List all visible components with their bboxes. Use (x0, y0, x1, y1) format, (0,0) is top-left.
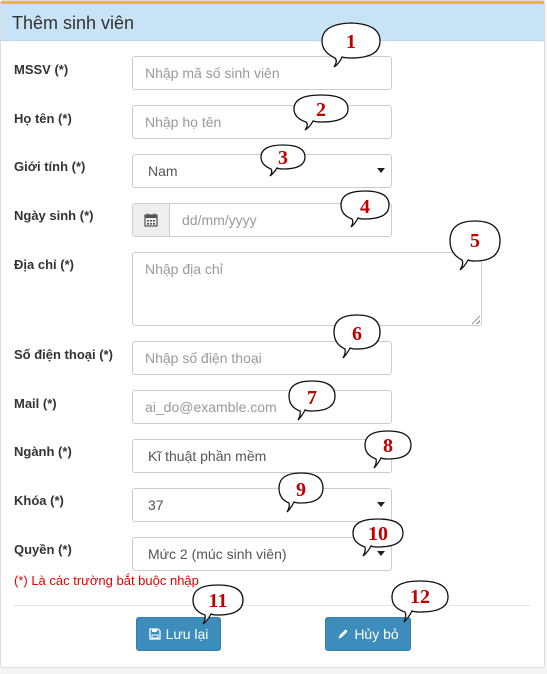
major-selected-value: Kĩ thuật phần mềm (148, 448, 267, 464)
calendar-icon (144, 213, 158, 227)
panel-header: Thêm sinh viên (1, 1, 544, 41)
calendar-addon[interactable] (132, 203, 170, 237)
mail-label: Mail (*) (14, 396, 57, 411)
required-fields-note: (*) Là các trường bắt buộc nhập (14, 573, 199, 588)
permission-select[interactable]: Mức 2 (múc sinh viên) (132, 537, 392, 571)
save-button[interactable]: Lưu lại (136, 617, 221, 651)
cancel-button-label: Hủy bỏ (354, 626, 399, 642)
full-name-input[interactable] (132, 105, 392, 139)
chevron-down-icon (377, 453, 385, 458)
course-select[interactable]: 37 (132, 488, 392, 522)
address-field-wrapper (132, 252, 482, 326)
gender-selected-value: Nam (148, 163, 178, 179)
gender-select[interactable]: Nam (132, 154, 392, 188)
permission-label: Quyền (*) (14, 542, 72, 557)
page-title: Thêm sinh viên (12, 13, 135, 33)
full-name-label: Họ tên (*) (14, 111, 72, 126)
cancel-button[interactable]: Hủy bỏ (325, 617, 411, 651)
birthdate-input[interactable] (169, 203, 392, 237)
save-button-label: Lưu lại (165, 626, 209, 642)
course-label: Khóa (*) (14, 493, 64, 508)
pencil-icon (338, 629, 348, 639)
permission-selected-value: Mức 2 (múc sinh viên) (148, 546, 287, 562)
course-selected-value: 37 (148, 497, 164, 513)
chevron-down-icon (377, 168, 385, 173)
phone-input[interactable] (132, 341, 392, 375)
divider (14, 605, 531, 606)
address-textarea[interactable] (132, 252, 482, 326)
resize-handle[interactable] (472, 316, 480, 324)
chevron-down-icon (377, 502, 385, 507)
mssv-label: MSSV (*) (14, 62, 69, 77)
phone-label: Số điện thoại (*) (14, 347, 113, 362)
mail-input[interactable] (132, 390, 392, 424)
add-student-panel: Thêm sinh viên MSSV (*) Họ tên (*) Giới … (0, 0, 545, 668)
save-icon (148, 628, 161, 640)
major-select[interactable]: Kĩ thuật phần mềm (132, 439, 392, 473)
address-label: Địa chỉ (*) (14, 257, 74, 272)
birthdate-label: Ngày sinh (*) (14, 208, 94, 223)
chevron-down-icon (377, 551, 385, 556)
mssv-input[interactable] (132, 56, 392, 90)
major-label: Ngành (*) (14, 444, 72, 459)
gender-label: Giới tính (*) (14, 159, 86, 174)
